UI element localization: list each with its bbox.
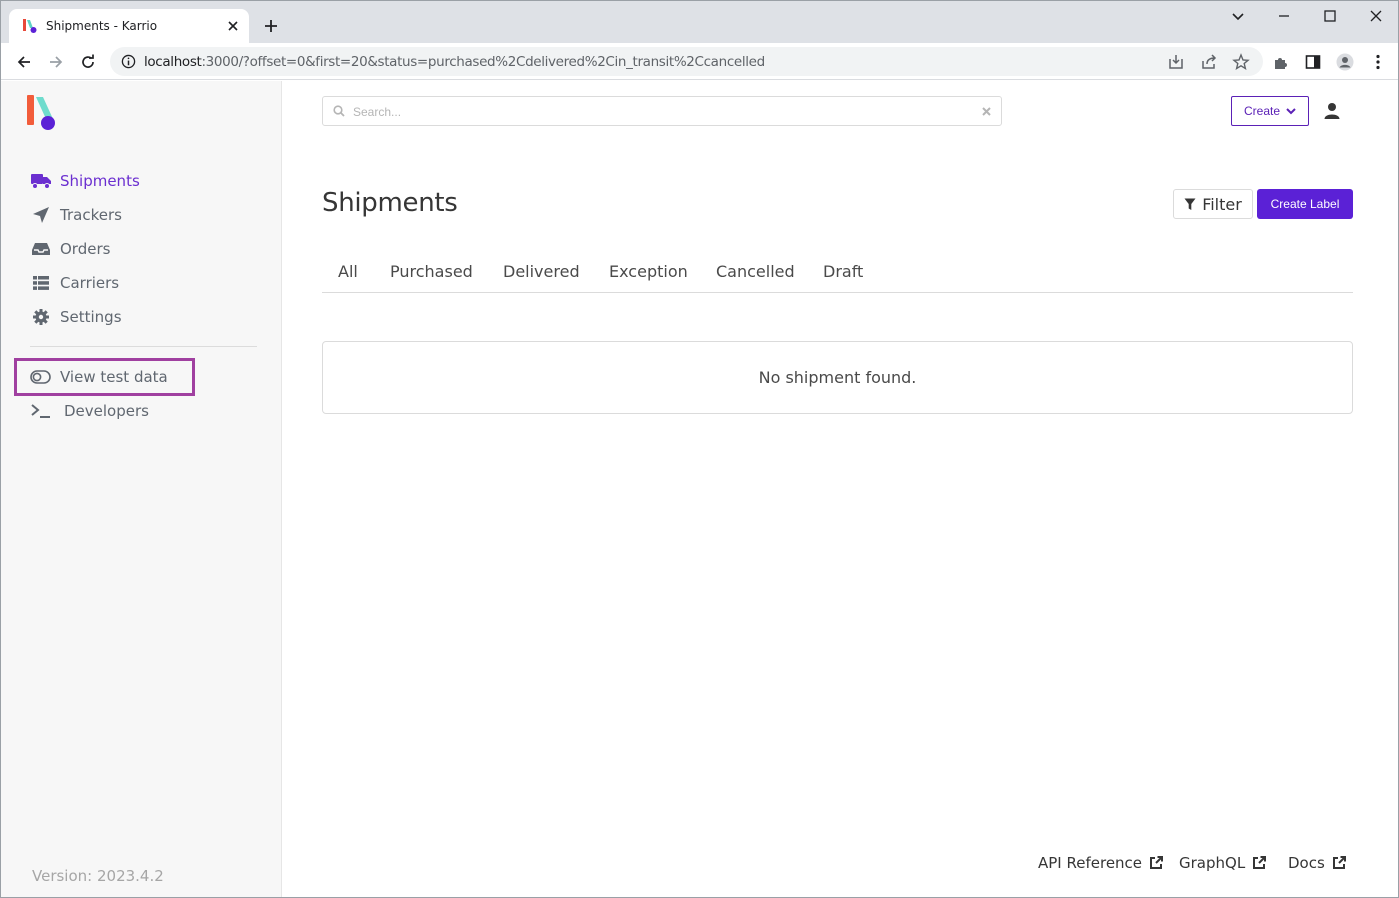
clear-search-icon[interactable] <box>981 106 992 117</box>
maximize-icon[interactable] <box>1321 7 1339 25</box>
status-tabs: All Purchased Delivered Exception Cancel… <box>322 253 1353 293</box>
tab-all[interactable]: All <box>338 262 358 281</box>
forward-icon[interactable] <box>47 53 65 71</box>
install-app-icon[interactable] <box>1167 53 1185 71</box>
side-panel-icon[interactable] <box>1304 53 1322 71</box>
footer-link-docs[interactable]: Docs <box>1288 854 1346 872</box>
browser-toolbar: localhost:3000/?offset=0&first=20&status… <box>1 43 1398 80</box>
karrio-favicon-icon <box>23 19 37 33</box>
search-box[interactable] <box>322 96 1002 126</box>
sidebar-item-label: Carriers <box>60 274 120 292</box>
create-button-label: Create <box>1243 104 1281 118</box>
filter-button[interactable]: Filter <box>1173 189 1253 219</box>
sidebar-item-developers[interactable]: Developers <box>30 399 149 423</box>
browser-tab[interactable]: Shipments - Karrio <box>9 9 249 43</box>
new-tab-icon[interactable] <box>263 18 279 34</box>
sidebar-item-shipments[interactable]: Shipments <box>30 169 140 193</box>
app-root: Shipments Trackers Orders Carriers Setti… <box>1 81 1398 897</box>
external-link-icon <box>1253 856 1267 869</box>
tab-strip: Shipments - Karrio <box>1 1 1398 43</box>
sidebar-divider <box>30 346 257 347</box>
sidebar-item-label: Orders <box>60 240 111 258</box>
user-account-icon[interactable] <box>1324 102 1340 120</box>
sidebar-item-orders[interactable]: Orders <box>30 237 110 261</box>
filter-icon <box>1184 198 1196 210</box>
sidebar-item-settings[interactable]: Settings <box>30 305 122 329</box>
footer-link-label: GraphQL <box>1179 854 1246 872</box>
view-test-data-toggle[interactable]: View test data <box>30 365 168 389</box>
footer-link-label: Docs <box>1288 854 1325 872</box>
tab-title: Shipments - Karrio <box>46 19 158 33</box>
sidebar-item-label: Developers <box>64 402 149 420</box>
url-text: localhost:3000/?offset=0&first=20&status… <box>144 54 765 70</box>
footer-link-api-reference[interactable]: API Reference <box>1038 854 1164 872</box>
list-icon <box>30 274 52 292</box>
truck-icon <box>30 172 52 190</box>
url-path: :3000/?offset=0&first=20&status=purchase… <box>201 54 765 70</box>
karrio-logo-icon[interactable] <box>25 93 59 131</box>
menu-dots-icon[interactable] <box>1369 53 1387 71</box>
bookmark-star-icon[interactable] <box>1232 53 1250 71</box>
empty-message: No shipment found. <box>758 368 917 387</box>
search-icon <box>333 105 345 117</box>
sidebar-item-label: Settings <box>60 308 122 326</box>
external-link-icon <box>1332 856 1346 869</box>
toggle-off-icon <box>30 368 52 386</box>
address-bar[interactable]: localhost:3000/?offset=0&first=20&status… <box>110 47 1263 76</box>
profile-icon[interactable] <box>1336 53 1354 71</box>
site-info-icon[interactable] <box>121 54 136 69</box>
view-test-data-label: View test data <box>60 368 168 386</box>
inbox-icon <box>30 240 52 258</box>
url-host: localhost <box>144 54 202 70</box>
sidebar-item-carriers[interactable]: Carriers <box>30 271 119 295</box>
browser-window: Shipments - Karrio localhost:3000/?offse… <box>0 0 1399 898</box>
chevron-down-icon <box>1286 108 1296 115</box>
create-label-button[interactable]: Create Label <box>1257 189 1353 219</box>
main-content: Create Shipments Filter Create Label All <box>283 81 1398 897</box>
tab-draft[interactable]: Draft <box>823 262 863 281</box>
reload-icon[interactable] <box>79 53 97 71</box>
sidebar-item-trackers[interactable]: Trackers <box>30 203 122 227</box>
sidebar: Shipments Trackers Orders Carriers Setti… <box>1 81 282 897</box>
tab-cancelled[interactable]: Cancelled <box>716 262 795 281</box>
sidebar-item-label: Shipments <box>60 172 140 190</box>
empty-state: No shipment found. <box>322 341 1353 414</box>
gear-icon <box>30 308 52 326</box>
minimize-icon[interactable] <box>1275 7 1293 25</box>
page-title: Shipments <box>322 188 458 218</box>
footer-link-graphql[interactable]: GraphQL <box>1179 854 1267 872</box>
close-tab-icon[interactable] <box>225 18 241 34</box>
tab-exception[interactable]: Exception <box>609 262 688 281</box>
tab-delivered[interactable]: Delivered <box>503 262 580 281</box>
filter-button-label: Filter <box>1202 194 1242 214</box>
tab-search-icon[interactable] <box>1229 7 1247 25</box>
terminal-icon <box>30 402 52 420</box>
create-dropdown-button[interactable]: Create <box>1231 96 1309 126</box>
extensions-icon[interactable] <box>1272 53 1290 71</box>
sidebar-item-label: Trackers <box>60 206 122 224</box>
tab-purchased[interactable]: Purchased <box>390 262 473 281</box>
close-window-icon[interactable] <box>1367 7 1385 25</box>
search-input[interactable] <box>353 102 973 122</box>
share-icon[interactable] <box>1200 53 1218 71</box>
back-icon[interactable] <box>15 53 33 71</box>
app-version: Version: 2023.4.2 <box>32 867 164 885</box>
location-arrow-icon <box>30 206 52 224</box>
footer-link-label: API Reference <box>1038 854 1143 872</box>
external-link-icon <box>1150 856 1164 869</box>
